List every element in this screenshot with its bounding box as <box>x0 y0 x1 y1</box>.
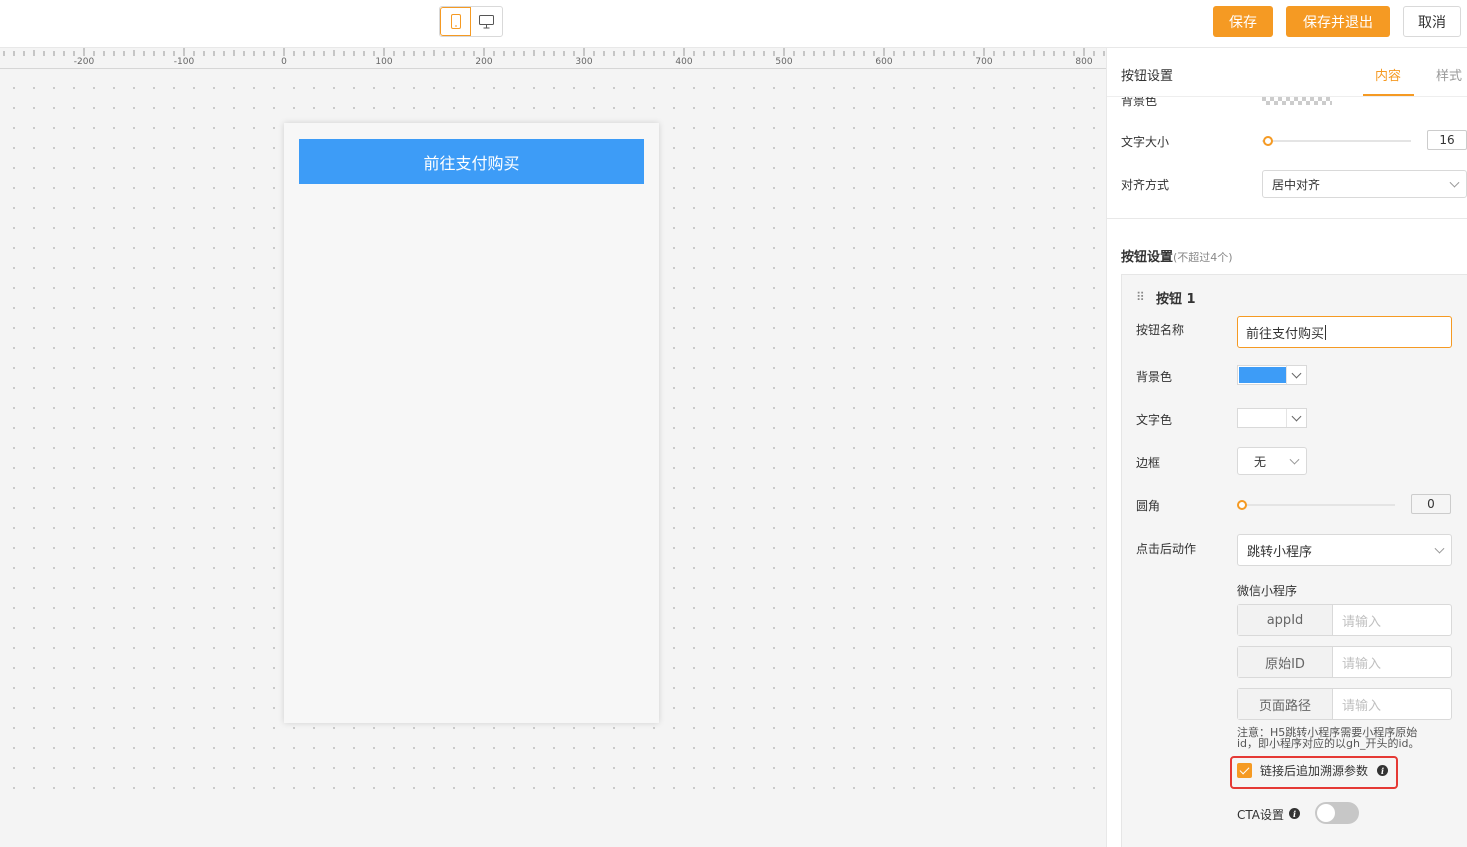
border-select[interactable]: 无 <box>1237 447 1307 475</box>
ruler-tick-label: 100 <box>375 57 392 67</box>
click-action-select[interactable]: 跳转小程序 <box>1237 534 1452 566</box>
ruler-tick-label: 800 <box>1075 57 1092 67</box>
chevron-down-icon <box>1289 454 1300 465</box>
button-name-label: 按钮名称 <box>1136 323 1185 337</box>
click-action-label: 点击后动作 <box>1136 542 1197 556</box>
chevron-down-icon <box>1434 543 1445 554</box>
bg-color-label: 背景色 <box>1136 370 1173 384</box>
settings-panel: 按钮设置 内容 样式 背景色 文字大小 16 对齐方式 居中对齐 按钮设置(不超… <box>1106 48 1467 847</box>
bg-color-swatch <box>1239 367 1286 383</box>
ruler-tick-label: 400 <box>675 57 692 67</box>
align-select[interactable]: 居中对齐 <box>1262 170 1467 198</box>
radius-slider-handle[interactable] <box>1237 500 1247 510</box>
tab-content[interactable]: 内容 <box>1375 65 1401 84</box>
align-select-value: 居中对齐 <box>1272 177 1321 192</box>
panel-header: 按钮设置 内容 样式 <box>1107 48 1467 97</box>
ruler-tick-label: 500 <box>775 57 792 67</box>
page-path-input-group: 页面路径 请输入 <box>1237 688 1452 720</box>
save-and-exit-button[interactable]: 保存并退出 <box>1286 6 1390 37</box>
chevron-down-icon <box>1286 366 1306 384</box>
active-tab-indicator <box>1363 94 1414 96</box>
click-action-value: 跳转小程序 <box>1247 544 1313 560</box>
drag-handle-icon[interactable]: ⠿ <box>1136 290 1145 304</box>
preview-cta-button[interactable]: 前往支付购买 <box>299 139 644 184</box>
save-button[interactable]: 保存 <box>1213 6 1273 37</box>
appid-input-group: appId 请输入 <box>1237 604 1452 636</box>
panel-title: 按钮设置 <box>1121 69 1174 84</box>
button-1-card: ⠿ 按钮 1 按钮名称 前往支付购买 背景色 文字色 边框 无 圆角 0 点击后… <box>1121 274 1467 847</box>
buttons-section-title: 按钮设置(不超过4个) <box>1121 246 1233 265</box>
bg-color-picker[interactable] <box>1237 365 1307 385</box>
button-name-input[interactable]: 前往支付购买 <box>1237 316 1452 348</box>
original-id-input-group: 原始ID 请输入 <box>1237 646 1452 678</box>
button-1-title: 按钮 1 <box>1156 292 1196 307</box>
cancel-button[interactable]: 取消 <box>1403 6 1461 37</box>
mini-program-note: 注意：H5跳转小程序需要小程序原始id，即小程序对应的以gh_开头的id。 <box>1237 726 1420 750</box>
ruler-tick-label: -100 <box>174 57 195 67</box>
original-id-addon: 原始ID <box>1238 647 1333 677</box>
ruler-tick-label: 300 <box>575 57 592 67</box>
ruler-tick-label: 600 <box>875 57 892 67</box>
horizontal-ruler: -200 -100 0 100 200 300 400 500 600 700 800 <box>0 48 1106 69</box>
ruler-scale: -200 -100 0 100 200 300 400 500 600 700 800 <box>3 48 1105 67</box>
phone-preview: 前往支付购买 <box>284 123 659 723</box>
page-path-addon: 页面路径 <box>1238 689 1333 719</box>
font-size-slider-handle[interactable] <box>1263 136 1273 146</box>
radius-input[interactable]: 0 <box>1411 494 1451 514</box>
radius-slider[interactable] <box>1237 504 1395 506</box>
text-caret <box>1325 324 1327 340</box>
buttons-section-title-text: 按钮设置 <box>1121 250 1174 265</box>
radius-label: 圆角 <box>1136 499 1161 513</box>
append-param-label: 链接后追加溯源参数 <box>1260 764 1369 778</box>
tab-style[interactable]: 样式 <box>1436 65 1462 84</box>
text-color-picker[interactable] <box>1237 408 1307 428</box>
desktop-view-button[interactable] <box>471 7 502 36</box>
chevron-down-icon <box>1286 409 1306 427</box>
chevron-down-icon <box>1449 177 1460 188</box>
ruler-tick-label: 200 <box>475 57 492 67</box>
button-name-value: 前往支付购买 <box>1246 326 1325 342</box>
append-param-checkbox[interactable] <box>1237 763 1252 778</box>
font-size-slider[interactable] <box>1262 140 1411 142</box>
cta-settings-label: CTA设置 <box>1237 808 1284 822</box>
text-color-label: 文字色 <box>1136 413 1173 427</box>
text-color-swatch <box>1239 410 1286 426</box>
font-size-label: 文字大小 <box>1121 135 1170 149</box>
appid-addon: appId <box>1238 605 1333 635</box>
align-label: 对齐方式 <box>1121 178 1170 192</box>
ruler-tick-label: -200 <box>74 57 95 67</box>
device-toggle <box>439 6 503 37</box>
section-divider <box>1107 218 1467 219</box>
info-icon[interactable]: i <box>1377 765 1388 776</box>
ruler-tick-label: 700 <box>975 57 992 67</box>
top-toolbar: 保存 保存并退出 取消 <box>0 0 1467 48</box>
mini-program-label: 微信小程序 <box>1237 584 1298 598</box>
border-select-value: 无 <box>1254 454 1267 469</box>
ruler-tick-label: 0 <box>281 57 287 67</box>
mobile-view-button[interactable] <box>440 7 472 36</box>
buttons-section-hint: (不超过4个) <box>1173 251 1233 264</box>
info-icon[interactable]: i <box>1289 808 1300 819</box>
original-id-input[interactable]: 请输入 <box>1333 647 1451 677</box>
page-path-input[interactable]: 请输入 <box>1333 689 1451 719</box>
border-label: 边框 <box>1136 456 1161 470</box>
mobile-icon <box>450 14 461 29</box>
desktop-icon <box>479 14 495 28</box>
font-size-input[interactable]: 16 <box>1427 130 1467 150</box>
appid-input[interactable]: 请输入 <box>1333 605 1451 635</box>
cta-toggle[interactable] <box>1315 802 1359 824</box>
